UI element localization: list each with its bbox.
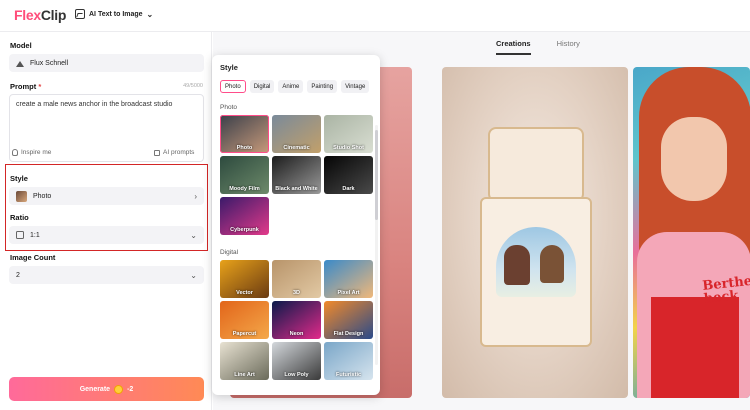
style-tile-low-poly[interactable]: Low Poly (272, 342, 321, 380)
style-tile-vector[interactable]: Vector (220, 260, 269, 298)
style-tile-label: Vector (236, 290, 253, 296)
chevron-down-icon: ⌄ (190, 270, 197, 280)
ratio-select[interactable]: 1:1 ⌄ (9, 226, 204, 244)
style-value: Photo (33, 192, 52, 200)
section-photo: Photo (220, 104, 237, 111)
style-category-chips: Photo Digital Anime Painting Vintage (220, 80, 370, 93)
ratio-value: 1:1 (30, 231, 40, 239)
chip-anime[interactable]: Anime (278, 80, 304, 93)
style-tile-label: Low Poly (284, 372, 309, 378)
prompt-counter: 49/5000 (183, 83, 203, 89)
chevron-right-icon: › (194, 191, 197, 201)
image-count-select[interactable]: 2 ⌄ (9, 266, 204, 284)
popup-title: Style (220, 63, 238, 72)
style-tile-black-and-white[interactable]: Black and White (272, 156, 321, 194)
section-digital: Digital (220, 249, 239, 256)
style-tile-label: Flat Design (333, 331, 364, 337)
settings-panel: Model Flux Schnell Prompt * 49/5000 crea… (0, 32, 212, 410)
photo-style-grid: Photo Cinematic Studio Shot Moody Film Black… (220, 115, 373, 235)
model-label: Model (10, 41, 32, 50)
style-tile-label: Neon (289, 331, 304, 337)
model-value: Flux Schnell (30, 59, 69, 67)
prompt-label: Prompt * (10, 82, 42, 91)
chip-vintage[interactable]: Vintage (341, 80, 370, 93)
square-ratio-icon (16, 231, 24, 239)
tabs: Creations History (496, 39, 580, 55)
inspire-me-button[interactable]: Inspire me (12, 149, 51, 156)
style-tile-label: Cinematic (283, 145, 310, 151)
model-select[interactable]: Flux Schnell (9, 54, 204, 72)
style-tile-line-art[interactable]: Line Art (220, 342, 269, 380)
tool-name: AI Text to Image (89, 10, 143, 18)
style-popup: Style Photo Digital Anime Painting Vinta… (212, 55, 380, 395)
style-tile-cyberpunk[interactable]: Cyberpunk (220, 197, 269, 235)
tab-creations[interactable]: Creations (496, 39, 531, 55)
required-mark: * (38, 82, 42, 91)
style-tile-neon[interactable]: Neon (272, 301, 321, 339)
style-tile-label: Studio Shot (333, 145, 364, 151)
chevron-down-icon: ⌄ (146, 9, 154, 19)
generated-image-3[interactable]: Berther heck (633, 67, 750, 398)
style-tile-label: Line Art (234, 372, 255, 378)
style-tile-label: Black and White (275, 186, 318, 192)
style-tile-futuristic[interactable]: Futuristic (324, 342, 373, 380)
lightbulb-icon (12, 149, 18, 156)
style-tile-label: Moody Film (229, 186, 260, 192)
top-bar: FlexClip AI Text to Image ⌄ (0, 0, 750, 32)
ai-pen-icon (154, 149, 160, 156)
shirt-text: Berther heck (701, 273, 750, 307)
style-tile-label: Cyberpunk (230, 227, 259, 233)
style-tile-pixel-art[interactable]: Pixel Art (324, 260, 373, 298)
style-label: Style (10, 174, 28, 183)
ai-prompts-button[interactable]: AI prompts (154, 149, 194, 156)
style-tile-papercut[interactable]: Papercut (220, 301, 269, 339)
style-tile-label: Papercut (232, 331, 257, 337)
generate-cost: -2 (127, 385, 134, 393)
style-tile-label: Photo (236, 145, 253, 151)
generate-button[interactable]: Generate -2 (9, 377, 204, 401)
chip-digital[interactable]: Digital (249, 80, 275, 93)
style-tile-label: Dark (342, 186, 355, 192)
style-thumbnail (16, 190, 27, 202)
style-tile-label: 3D (292, 290, 301, 296)
style-select[interactable]: Photo › (9, 187, 204, 205)
style-tile-3d[interactable]: 3D (272, 260, 321, 298)
style-tile-flat-design[interactable]: Flat Design (324, 301, 373, 339)
flexclip-logo[interactable]: FlexClip (14, 7, 66, 23)
image-icon (75, 9, 85, 19)
chip-photo[interactable]: Photo (220, 80, 246, 93)
credit-coin-icon (114, 384, 124, 394)
style-tile-photo[interactable]: Photo (220, 115, 269, 153)
image-count-label: Image Count (10, 253, 56, 262)
tab-history[interactable]: History (557, 39, 580, 55)
style-tile-label: Pixel Art (337, 290, 360, 296)
generated-image-2[interactable] (442, 67, 628, 398)
chevron-down-icon: ⌄ (190, 230, 197, 240)
chip-painting[interactable]: Painting (307, 80, 338, 93)
style-tile-dark[interactable]: Dark (324, 156, 373, 194)
prompt-text: create a male news anchor in the broadca… (16, 101, 173, 108)
digital-style-grid: Vector 3D Pixel Art Papercut Neon Flat Design… (220, 260, 373, 380)
style-tile-moody-film[interactable]: Moody Film (220, 156, 269, 194)
style-tile-label: Futuristic (335, 372, 362, 378)
image-count-value: 2 (16, 271, 20, 279)
model-icon (16, 60, 25, 67)
style-tile-studio-shot[interactable]: Studio Shot (324, 115, 373, 153)
style-tile-cinematic[interactable]: Cinematic (272, 115, 321, 153)
ratio-label: Ratio (10, 213, 29, 222)
tool-switcher[interactable]: AI Text to Image ⌄ (75, 9, 153, 19)
scrollbar-thumb[interactable] (375, 130, 378, 220)
